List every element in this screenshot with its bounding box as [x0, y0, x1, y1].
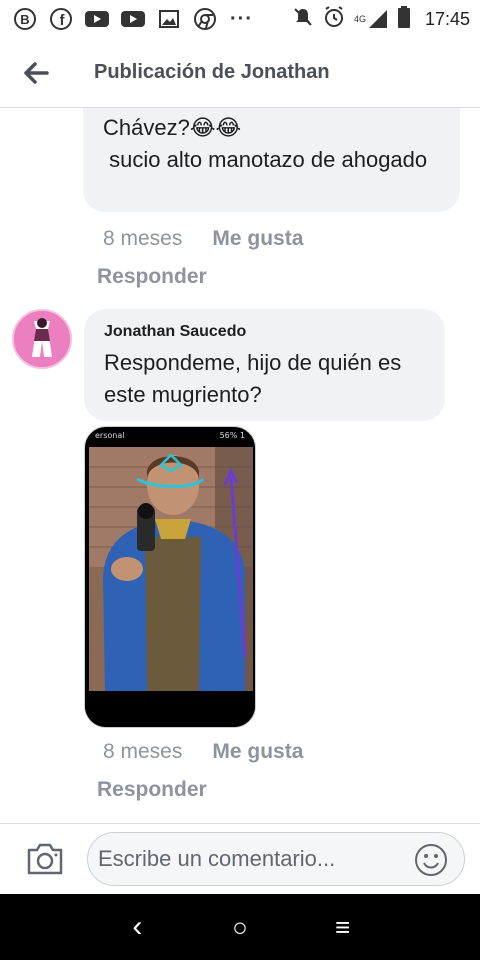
system-nav-bar: ‹ ○ ≡: [0, 894, 480, 960]
photo-image: [85, 447, 255, 727]
comment-placeholder: Escribe un comentario...: [98, 846, 336, 871]
youtube-icon: [84, 6, 110, 32]
chevron-left-icon: ‹: [132, 910, 143, 943]
nav-recents-button[interactable]: ≡: [318, 902, 368, 952]
divider: [0, 823, 480, 824]
page-title: Publicación de Jonathan: [94, 61, 330, 83]
comment-bubble[interactable]: Jonathan Saucedo Respondeme, hijo de qui…: [84, 309, 445, 421]
comment-actions: 8 meses Me gusta: [103, 227, 303, 251]
reply-button[interactable]: Responder: [97, 778, 207, 802]
smiley-icon[interactable]: [414, 843, 448, 877]
camera-icon[interactable]: [25, 842, 65, 880]
menu-icon: ≡: [335, 911, 351, 942]
svg-text:B: B: [20, 12, 29, 27]
circle-icon: ○: [232, 911, 248, 942]
avatar[interactable]: [12, 309, 72, 369]
arrow-left-icon[interactable]: [6, 38, 66, 108]
network-label: 4G: [353, 14, 366, 24]
clock: 17:45: [424, 8, 470, 29]
status-bar: B f ··· 4G 17:45: [0, 0, 480, 38]
image-icon: [156, 6, 182, 32]
like-button[interactable]: Me gusta: [212, 740, 303, 764]
comment-time[interactable]: 8 meses: [103, 227, 182, 251]
nav-home-button[interactable]: ○: [215, 902, 265, 952]
post-header: Publicación de Jonathan: [0, 38, 480, 108]
alarm-icon: [322, 5, 346, 34]
b-circle-icon: B: [12, 6, 38, 32]
comment-author[interactable]: Jonathan Saucedo: [104, 323, 425, 341]
battery-icon: [397, 5, 411, 34]
comment-bubble[interactable]: Chávez?😂😂 sucio alto manotazo de ahogado: [83, 108, 460, 212]
comment-actions: 8 meses Me gusta: [103, 740, 303, 764]
like-button[interactable]: Me gusta: [212, 227, 303, 251]
chrome-icon: [192, 6, 218, 32]
comment-input[interactable]: Escribe un comentario...: [87, 832, 465, 886]
more-dots-icon: ···: [230, 7, 253, 30]
comment-photo[interactable]: ersonal 56% 1: [84, 426, 256, 728]
nav-back-button[interactable]: ‹: [112, 902, 162, 952]
comment-text: Chávez?😂😂 sucio alto manotazo de ahogado: [103, 115, 428, 172]
comment-text: Respondeme, hijo de quién es este mugrie…: [104, 350, 408, 407]
signal-icon: 4G: [354, 8, 389, 30]
comment-time[interactable]: 8 meses: [103, 740, 182, 764]
reply-button[interactable]: Responder: [97, 265, 207, 289]
svg-text:f: f: [60, 12, 66, 29]
mute-icon: [292, 6, 314, 33]
youtube-icon: [120, 6, 146, 32]
facebook-icon: f: [48, 6, 74, 32]
